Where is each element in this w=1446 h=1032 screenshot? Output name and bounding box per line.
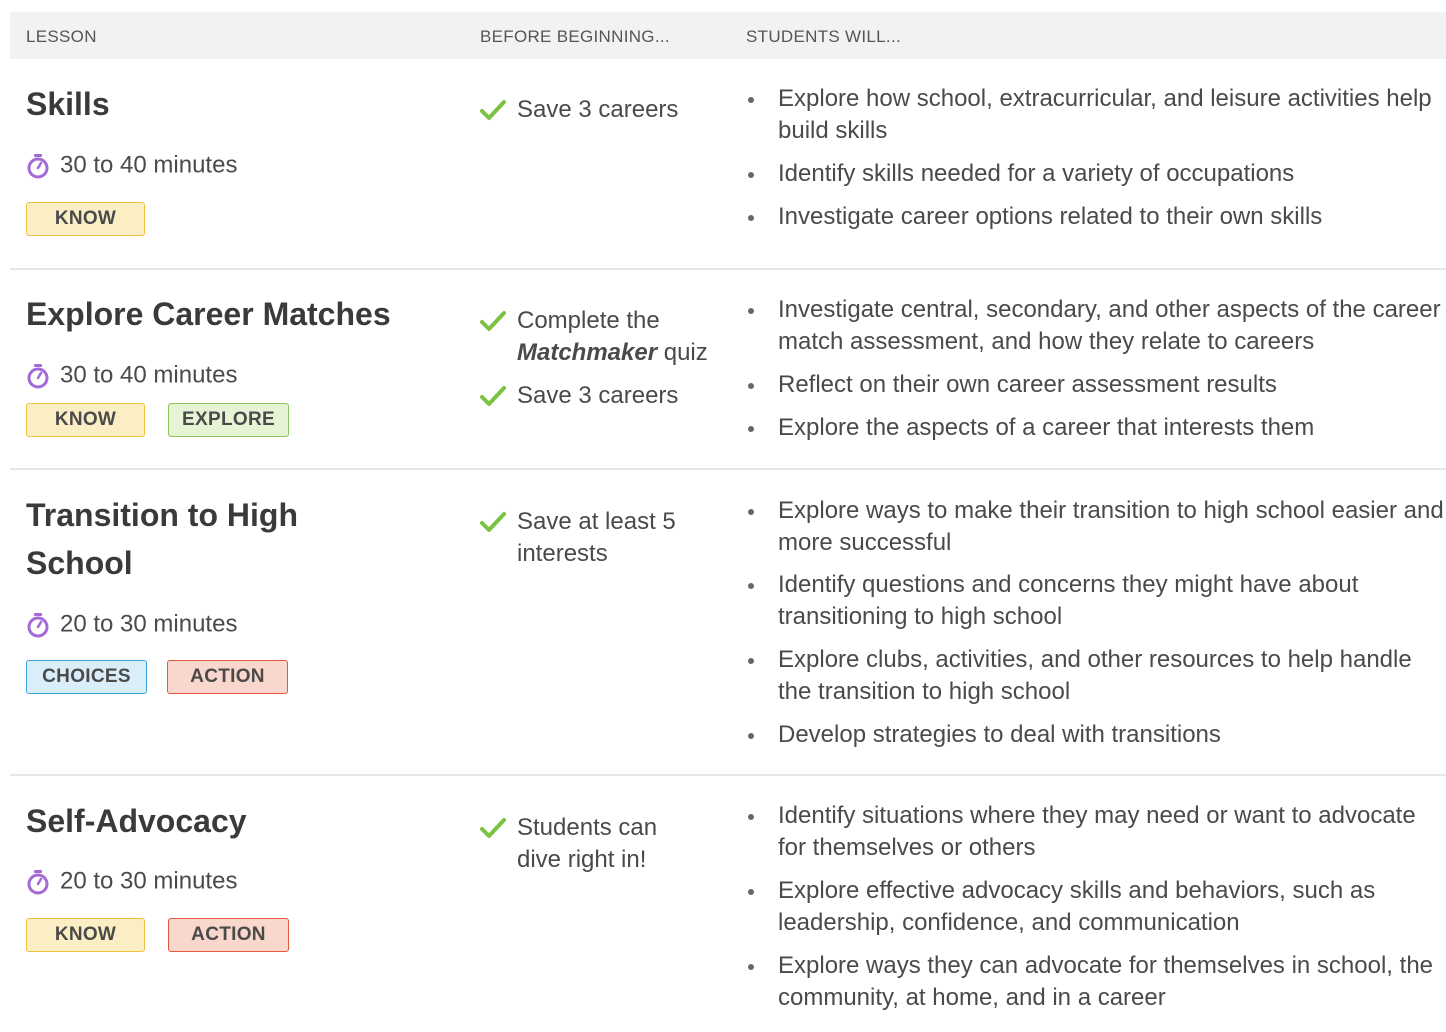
header-lesson: LESSON [26,27,97,46]
lesson-duration: 20 to 30 minutes [26,610,237,639]
tag-action: ACTION [168,918,289,952]
lesson-row-explore-career-matches[interactable]: Explore Career Matches 30 to 40 minutes … [10,270,1446,468]
stopwatch-icon [26,153,50,179]
lesson-row-skills[interactable]: Skills 30 to 40 minutes KNOW Save 3 care… [10,59,1446,269]
header-before-beginning: BEFORE BEGINNING... [480,27,670,46]
lesson-title[interactable]: Self-Advocacy [26,797,406,845]
header-students-will: STUDENTS WILL... [746,27,901,46]
lesson-duration: 20 to 30 minutes [26,867,237,896]
lesson-row-transition-to-high-school[interactable]: Transition to High School 20 to 30 minut… [10,470,1446,774]
lesson-duration: 30 to 40 minutes [26,151,237,180]
tag-explore: EXPLORE [168,403,289,437]
tag-know: KNOW [26,202,145,236]
tag-know: KNOW [26,918,145,952]
tag-choices: CHOICES [26,660,147,694]
checkmark-icon [480,512,506,532]
lesson-title[interactable]: Explore Career Matches [26,290,446,338]
lesson-title[interactable]: Transition to High School [26,491,366,587]
table-header: LESSON BEFORE BEGINNING... STUDENTS WILL… [10,12,1446,59]
checkmark-icon [480,100,506,120]
stopwatch-icon [26,363,50,389]
stopwatch-icon [26,869,50,895]
lesson-row-self-advocacy[interactable]: Self-Advocacy 20 to 30 minutes KNOW ACTI… [10,776,1446,1032]
lesson-duration: 30 to 40 minutes [26,361,237,390]
lesson-title[interactable]: Skills [26,80,406,128]
checkmark-icon [480,818,506,838]
tag-action: ACTION [167,660,288,694]
checkmark-icon [480,311,506,331]
tag-know: KNOW [26,403,145,437]
stopwatch-icon [26,612,50,638]
checkmark-icon [480,386,506,406]
